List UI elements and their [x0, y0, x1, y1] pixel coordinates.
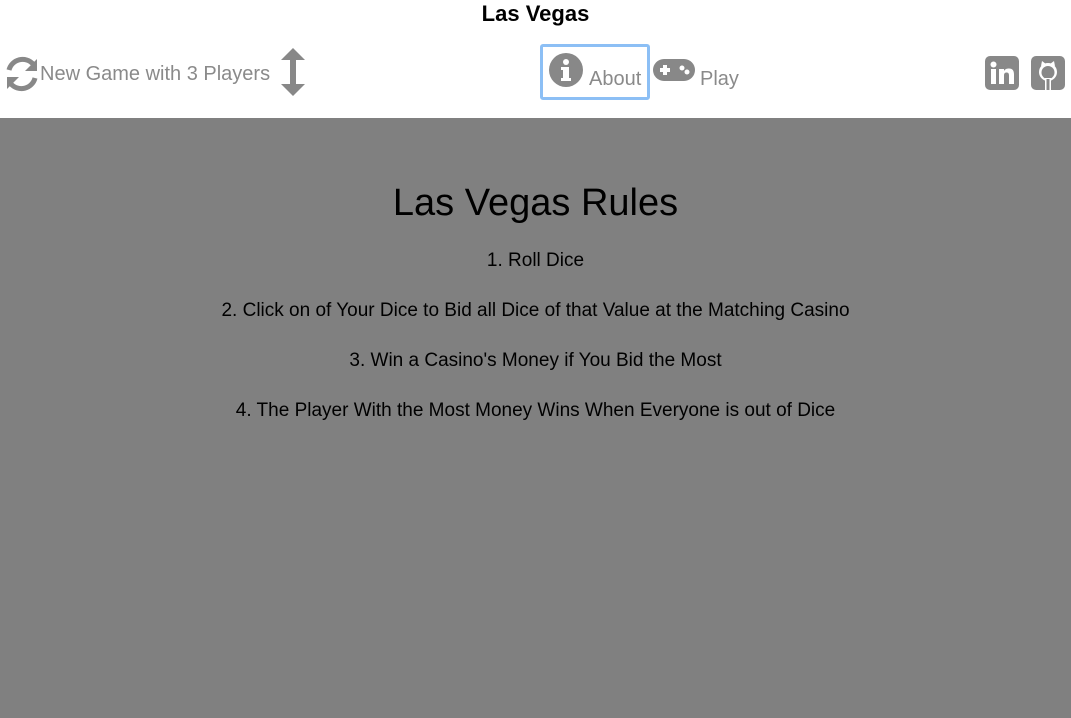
new-game-button[interactable]: New Game with 3 Players — [4, 56, 270, 92]
gamepad-icon — [652, 57, 696, 88]
toolbar-left: New Game with 3 Players — [4, 47, 306, 101]
rules-panel: Las Vegas Rules 1. Roll Dice 2. Click on… — [0, 118, 1071, 718]
header: Las Vegas New Game with 3 Players About … — [0, 0, 1071, 118]
about-label: About — [589, 67, 642, 90]
info-circle-icon — [549, 52, 583, 92]
github-link[interactable] — [1031, 56, 1065, 95]
about-button[interactable]: About — [540, 44, 650, 100]
github-icon — [1031, 56, 1065, 94]
app-title: Las Vegas — [481, 1, 590, 26]
toolbar-right — [973, 56, 1065, 95]
linkedin-icon — [985, 56, 1019, 94]
rule-item: 3. Win a Casino's Money if You Bid the M… — [349, 350, 722, 371]
rules-title: Las Vegas Rules — [392, 182, 679, 224]
play-label: Play — [700, 67, 739, 90]
up-down-arrows-icon — [280, 47, 306, 101]
rule-item: 2. Click on of Your Dice to Bid all Dice… — [221, 300, 850, 321]
new-game-label: New Game with 3 Players — [40, 62, 271, 85]
linkedin-link[interactable] — [985, 56, 1019, 95]
toolbar-center: About Play — [540, 44, 739, 100]
rule-item: 1. Roll Dice — [486, 250, 585, 271]
rules-list: 1. Roll Dice 2. Click on of Your Dice to… — [0, 249, 1071, 449]
play-button[interactable]: Play — [652, 54, 739, 91]
refresh-icon — [4, 56, 40, 92]
players-stepper[interactable] — [280, 47, 306, 101]
rule-item: 4. The Player With the Most Money Wins W… — [235, 400, 836, 421]
